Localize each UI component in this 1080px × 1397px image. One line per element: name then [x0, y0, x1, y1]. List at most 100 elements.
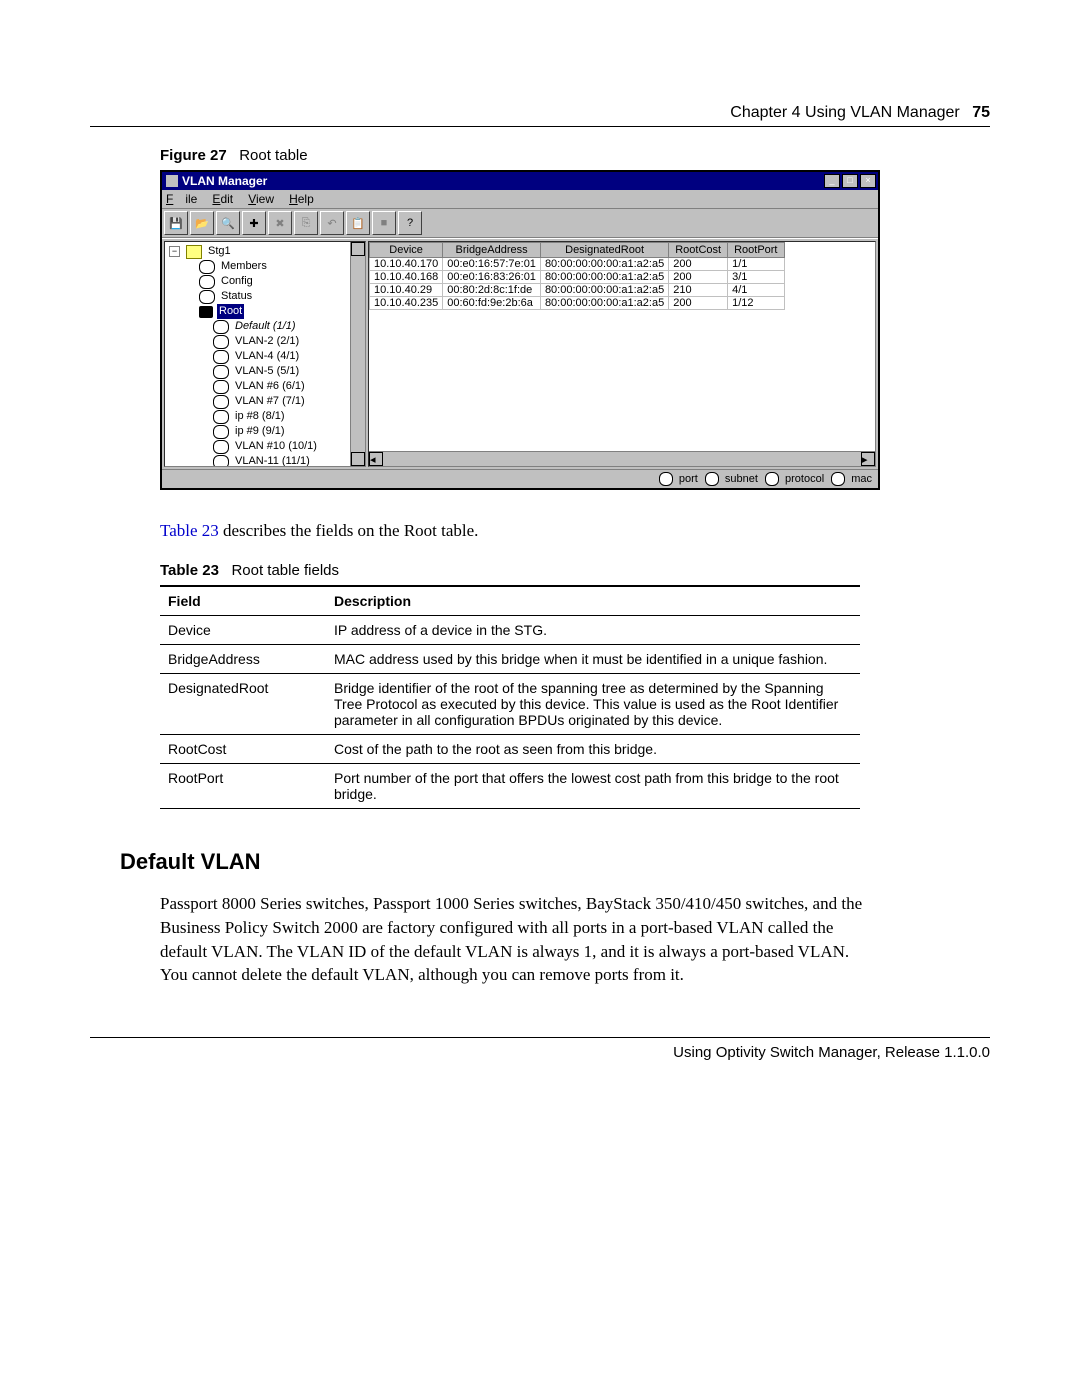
tree-item[interactable]: ip #8 (8/1): [169, 409, 365, 424]
toolbar-add-icon[interactable]: ✚: [242, 211, 266, 235]
desc-row: RootPortPort number of the port that off…: [160, 764, 860, 809]
col-header[interactable]: DesignatedRoot: [540, 243, 668, 258]
tree-node-icon: [199, 260, 215, 274]
table-link[interactable]: Table 23: [160, 521, 219, 540]
table-cell: 10.10.40.235: [370, 297, 443, 310]
page-number: 75: [972, 104, 990, 121]
minimize-button[interactable]: _: [824, 174, 840, 188]
table-cell: 10.10.40.29: [370, 284, 443, 297]
table-cell: 80:00:00:00:00:a1:a2:a5: [540, 284, 668, 297]
tree-node-icon: [213, 380, 229, 394]
tree-item[interactable]: Default (1/1): [169, 319, 365, 334]
toolbar-help-icon[interactable]: ?: [398, 211, 422, 235]
legend-protocol: protocol: [785, 473, 824, 485]
toolbar-open-icon[interactable]: 📂: [190, 211, 214, 235]
tree-node-icon: [213, 350, 229, 364]
toolbar-undo-icon[interactable]: ↶: [320, 211, 344, 235]
table-title: Root table fields: [231, 562, 339, 579]
tree-item[interactable]: Members: [169, 259, 365, 274]
title-bar[interactable]: VLAN Manager _ □ ×: [162, 172, 878, 190]
desc-field: RootPort: [160, 764, 326, 809]
col-header[interactable]: BridgeAddress: [443, 243, 541, 258]
tree-item[interactable]: Root: [169, 304, 365, 319]
tree-scrollbar[interactable]: [350, 242, 365, 466]
table-cell: 80:00:00:00:00:a1:a2:a5: [540, 258, 668, 271]
toolbar-copy-icon[interactable]: ⎘: [294, 211, 318, 235]
section-heading: Default VLAN: [120, 849, 990, 875]
table-pane[interactable]: DeviceBridgeAddressDesignatedRootRootCos…: [368, 241, 876, 467]
tree-node-icon: [213, 395, 229, 409]
table-intro-rest: describes the fields on the Root table.: [219, 521, 479, 540]
toolbar-delete-icon[interactable]: ✖: [268, 211, 292, 235]
page-header: Chapter 4 Using VLAN Manager 75: [90, 100, 990, 127]
desc-row: RootCostCost of the path to the root as …: [160, 735, 860, 764]
chapter-text: Chapter 4 Using VLAN Manager: [730, 104, 959, 121]
figure-title: Root table: [239, 147, 307, 164]
expander-icon[interactable]: −: [169, 246, 180, 257]
toolbar-paste-icon[interactable]: 📋: [346, 211, 370, 235]
tree-node-icon: [213, 335, 229, 349]
table-cell: 210: [669, 284, 728, 297]
menu-edit[interactable]: Edit: [212, 192, 233, 206]
tree-pane[interactable]: −Stg1MembersConfigStatusRootDefault (1/1…: [164, 241, 366, 467]
col-field: Field: [160, 586, 326, 616]
table-row[interactable]: 10.10.40.2900:80:2d:8c:1f:de80:00:00:00:…: [370, 284, 785, 297]
table-cell: 1/12: [728, 297, 784, 310]
table-row[interactable]: 10.10.40.23500:60:fd:9e:2b:6a80:00:00:00…: [370, 297, 785, 310]
table-cell: 00:e0:16:57:7e:01: [443, 258, 541, 271]
toolbar-zoom-icon[interactable]: 🔍: [216, 211, 240, 235]
col-desc: Description: [326, 586, 860, 616]
port-legend-icon: [659, 472, 673, 486]
tree-item[interactable]: VLAN #10 (10/1): [169, 439, 365, 454]
tree-node-icon: [213, 455, 229, 468]
subnet-legend-icon: [705, 472, 719, 486]
menu-help[interactable]: Help: [289, 192, 314, 206]
table-caption: Table 23 Root table fields: [160, 562, 990, 579]
col-header[interactable]: RootCost: [669, 243, 728, 258]
toolbar-save-icon[interactable]: 💾: [164, 211, 188, 235]
maximize-button[interactable]: □: [842, 174, 858, 188]
tree-node-icon: [213, 425, 229, 439]
close-button[interactable]: ×: [860, 174, 876, 188]
tree-item[interactable]: VLAN #6 (6/1): [169, 379, 365, 394]
tree-item[interactable]: VLAN-4 (4/1): [169, 349, 365, 364]
desc-text: IP address of a device in the STG.: [326, 616, 860, 645]
table-row[interactable]: 10.10.40.16800:e0:16:83:26:0180:00:00:00…: [370, 271, 785, 284]
legend-port: port: [679, 473, 698, 485]
tree-item[interactable]: VLAN-2 (2/1): [169, 334, 365, 349]
menu-file[interactable]: File: [166, 192, 197, 206]
toolbar-stop-icon[interactable]: ■: [372, 211, 396, 235]
table-cell: 00:e0:16:83:26:01: [443, 271, 541, 284]
tree-item[interactable]: Status: [169, 289, 365, 304]
tree-root[interactable]: −Stg1: [169, 244, 365, 259]
tree-item[interactable]: VLAN-5 (5/1): [169, 364, 365, 379]
table-h-scrollbar[interactable]: ◂ ▸: [369, 451, 875, 466]
tree-item[interactable]: VLAN-11 (11/1): [169, 454, 365, 467]
table-cell: 1/1: [728, 258, 784, 271]
table-cell: 200: [669, 297, 728, 310]
tree-node-icon: [213, 440, 229, 454]
scroll-right-icon[interactable]: ▸: [861, 452, 875, 466]
table-cell: 00:60:fd:9e:2b:6a: [443, 297, 541, 310]
table-cell: 200: [669, 258, 728, 271]
desc-field: Device: [160, 616, 326, 645]
tree-item[interactable]: Config: [169, 274, 365, 289]
table-cell: 3/1: [728, 271, 784, 284]
table-cell: 00:80:2d:8c:1f:de: [443, 284, 541, 297]
section-body: Passport 8000 Series switches, Passport …: [160, 892, 880, 987]
table-row[interactable]: 10.10.40.17000:e0:16:57:7e:0180:00:00:00…: [370, 258, 785, 271]
scroll-left-icon[interactable]: ◂: [369, 452, 383, 466]
folder-icon: [186, 245, 202, 259]
col-header[interactable]: RootPort: [728, 243, 784, 258]
menu-view[interactable]: View: [248, 192, 274, 206]
toolbar: 💾 📂 🔍 ✚ ✖ ⎘ ↶ 📋 ■ ?: [162, 209, 878, 238]
tree-node-icon: [199, 306, 213, 318]
tree-node-icon: [199, 275, 215, 289]
table-intro-text: Table 23 describes the fields on the Roo…: [160, 520, 860, 542]
table-cell: 10.10.40.170: [370, 258, 443, 271]
tree-item[interactable]: VLAN #7 (7/1): [169, 394, 365, 409]
desc-text: Cost of the path to the root as seen fro…: [326, 735, 860, 764]
col-header[interactable]: Device: [370, 243, 443, 258]
tree-item[interactable]: ip #9 (9/1): [169, 424, 365, 439]
figure-caption: Figure 27 Root table: [160, 147, 990, 164]
